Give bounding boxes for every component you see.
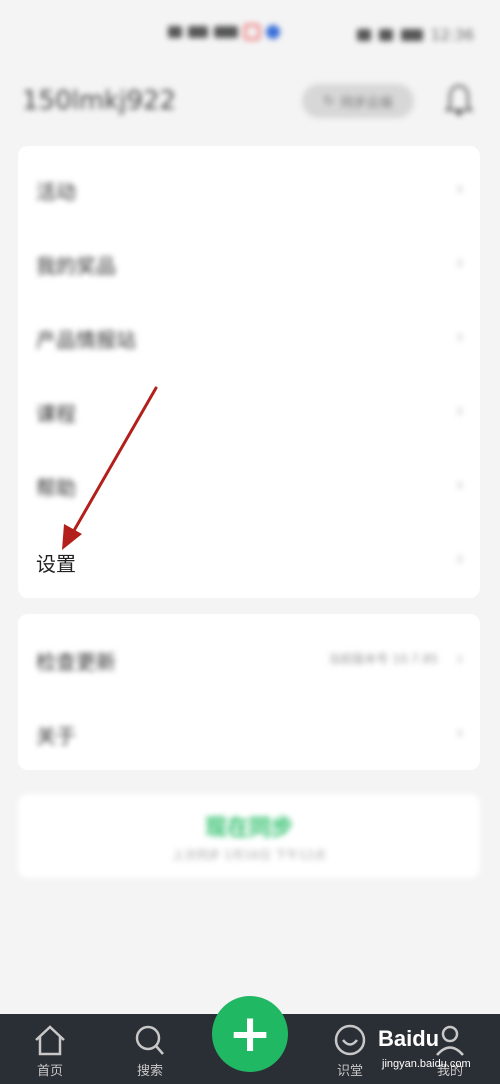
bell-icon[interactable]	[444, 82, 474, 118]
plus-icon: +	[228, 1004, 272, 1064]
menu-item-prizes[interactable]: 我的奖品 ›	[18, 226, 480, 300]
tab-search[interactable]: 搜索	[115, 1014, 185, 1084]
username[interactable]: 150lmkj922	[22, 86, 176, 116]
add-note-button[interactable]: +	[212, 996, 288, 1072]
menu-card-secondary: 检查更新 当前版本号 10.7.85 › 关于 ›	[18, 614, 480, 770]
watermark-url: jingyan.baidu.com	[382, 1058, 471, 1070]
profile-header: 150lmkj922 ↻ 同步云端	[0, 76, 500, 136]
tab-home[interactable]: 首页	[15, 1014, 85, 1084]
menu-item-label: 帮助	[36, 476, 76, 500]
menu-item-label: 课程	[36, 402, 76, 426]
chevron-right-icon: ›	[456, 720, 464, 744]
menu-item-product-intel[interactable]: 产品情报站 ›	[18, 300, 480, 374]
menu-item-label: 检查更新	[36, 650, 116, 674]
menu-item-about[interactable]: 关于 ›	[18, 696, 480, 770]
tab-label: 识堂	[336, 1064, 363, 1079]
sync-icon: ↻	[323, 93, 335, 109]
chevron-right-icon: ›	[456, 324, 464, 348]
menu-item-label: 我的奖品	[36, 254, 116, 278]
status-time: 12:36	[430, 26, 474, 44]
chevron-right-icon: ›	[456, 546, 464, 570]
sync-pill-button[interactable]: ↻ 同步云端	[302, 84, 414, 118]
menu-item-settings[interactable]: ›	[18, 522, 480, 596]
watermark-logo-text: Baidu	[378, 1026, 440, 1051]
sync-pill-label: 同步云端	[340, 95, 393, 111]
tab-class[interactable]: 识堂	[315, 1014, 385, 1084]
network-icon	[188, 26, 208, 38]
chevron-right-icon: ›	[456, 176, 464, 200]
tab-label: 首页	[36, 1064, 63, 1079]
smile-circle-icon	[334, 1024, 366, 1056]
status-bar: 12:36	[0, 0, 500, 76]
menu-item-courses[interactable]: 课程 ›	[18, 374, 480, 448]
menu-item-label: 产品情报站	[36, 328, 136, 352]
app-icon	[266, 25, 280, 39]
tab-label: 搜索	[136, 1064, 163, 1079]
menu-item-check-update[interactable]: 检查更新 当前版本号 10.7.85 ›	[18, 622, 480, 696]
wifi-icon	[214, 26, 238, 38]
sync-card[interactable]: 现在同步 上次同步 1月16日 下午12点	[18, 794, 480, 878]
vibrate-icon	[378, 29, 393, 41]
chevron-right-icon: ›	[456, 472, 464, 496]
last-sync-text: 上次同步 1月16日 下午12点	[172, 848, 326, 862]
sync-now-button[interactable]: 现在同步	[18, 810, 480, 842]
search-icon	[135, 1025, 164, 1055]
menu-item-label: 活动	[36, 180, 76, 204]
chevron-right-icon: ›	[456, 250, 464, 274]
alarm-icon	[356, 29, 371, 41]
home-icon	[35, 1025, 65, 1056]
notification-icon	[244, 24, 260, 40]
chevron-right-icon: ›	[456, 398, 464, 422]
chevron-right-icon: ›	[456, 646, 464, 670]
menu-item-label: 关于	[36, 724, 76, 748]
settings-label[interactable]: 设置	[36, 548, 76, 577]
status-icons-left	[168, 24, 280, 40]
menu-item-help[interactable]: 帮助 ›	[18, 448, 480, 522]
menu-card-main: 活动 › 我的奖品 › 产品情报站 › 课程 › 帮助 › ›	[18, 146, 480, 598]
menu-item-activity[interactable]: 活动 ›	[18, 152, 480, 226]
signal-icon	[168, 26, 182, 38]
battery-icon	[400, 29, 423, 41]
version-text: 当前版本号 10.7.85	[328, 652, 438, 666]
baidu-watermark: Baidu jingyan.baidu.com	[378, 1022, 496, 1080]
status-icons-right: 12:36	[356, 26, 474, 44]
